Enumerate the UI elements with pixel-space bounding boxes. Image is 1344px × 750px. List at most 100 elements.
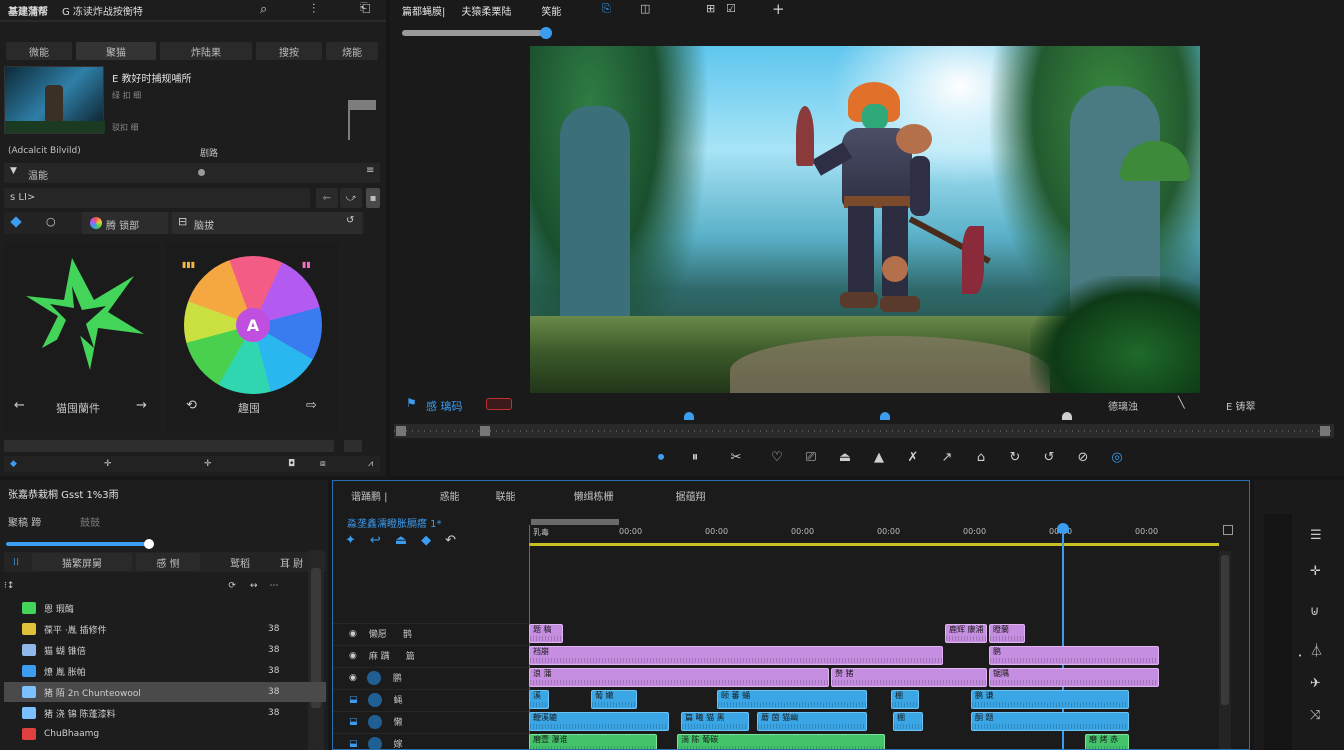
tool-dot-icon[interactable]: • <box>1298 652 1302 660</box>
zoom-handle[interactable] <box>540 27 552 39</box>
viewer-tab-2[interactable]: 夫猿柔栗陆 <box>461 3 511 18</box>
col-extra[interactable]: 耳 尉 <box>280 555 303 570</box>
video-clip[interactable]: 赘 猪 <box>831 668 987 687</box>
video-clip[interactable]: 浪 蒲 <box>529 668 829 687</box>
tab-effects-2[interactable]: ⊟ 脑拔 ↺ <box>172 212 362 234</box>
tab-color-effects[interactable]: 腾 锁部 <box>82 212 168 234</box>
effects-scroll-btn[interactable] <box>344 440 362 452</box>
forward-arrow-icon[interactable]: ⇨ <box>306 398 317 413</box>
effects-scrollbar[interactable] <box>4 440 334 452</box>
video-clip[interactable]: 瞪蘭 <box>989 624 1025 643</box>
lock-icon[interactable]: ⚑ <box>406 396 417 410</box>
circle-icon[interactable]: ○ <box>46 215 56 228</box>
tool-slip-icon[interactable]: ⤨ <box>1310 708 1320 723</box>
footer-icon-1[interactable]: ✛ <box>104 459 112 469</box>
video-clip[interactable]: 鹏 <box>989 646 1159 665</box>
bin-list-item[interactable]: 猪 陌 2n Chunteowool 38 <box>4 682 326 702</box>
playhead-handle[interactable] <box>1057 523 1069 533</box>
audio-clip[interactable]: 棚 <box>891 690 919 709</box>
viewer-grid-icon[interactable]: ⊞ <box>706 2 715 15</box>
settings-tool-icon[interactable]: ◆ <box>421 533 431 548</box>
home-button[interactable]: ⌂ <box>964 450 998 465</box>
timeline-tab-3[interactable]: 懒缉栋栅 <box>574 488 614 503</box>
undo-button[interactable]: ↺ <box>1032 450 1066 465</box>
col-type[interactable]: 感 恻 <box>136 553 200 571</box>
mid-point[interactable] <box>480 426 490 436</box>
snap-icon[interactable]: ✦ <box>345 533 356 548</box>
track-header[interactable]: ⬓ 蝇 <box>333 689 529 709</box>
track-header[interactable]: ◉ 麻 蹒 篇 <box>333 645 529 665</box>
viewer-zoom-bar[interactable] <box>402 27 552 39</box>
bin-list-item[interactable]: 猫 蝴 锥倍 38 <box>4 640 326 660</box>
clip-button[interactable]: ⎚ <box>794 450 828 465</box>
track-lock-icon[interactable]: ⬓ <box>349 717 358 727</box>
footer-icon-4[interactable]: ⧈ <box>320 459 326 469</box>
track-lock-icon[interactable]: ⬓ <box>349 695 358 705</box>
thumbnail-size-slider[interactable] <box>6 539 154 549</box>
green-clip[interactable]: 磨壹 瀑谁 <box>529 734 657 749</box>
bin-list-item[interactable]: 猪 浇 锦 陈蓬漆料 38 <box>4 703 326 723</box>
video-clip[interactable]: 锯隅 <box>989 668 1159 687</box>
out-point[interactable] <box>1320 426 1330 436</box>
tool-list-icon[interactable]: ☰ <box>1310 528 1322 543</box>
marker-icon[interactable]: ◆ <box>10 459 17 469</box>
viewer-tab-1[interactable]: 篇都蝇膜| <box>402 3 445 18</box>
panel-toggle-icon[interactable]: ▪ <box>366 188 380 208</box>
audio-clip[interactable]: 蘑 茵 猫幽 <box>757 712 867 731</box>
arrow-left-icon[interactable]: ← <box>14 398 25 413</box>
track-header[interactable]: ⬓ 嫁 <box>333 733 529 749</box>
green-clip[interactable]: 磨 烤 赤 <box>1085 734 1129 749</box>
tool-pen-icon[interactable]: ✈ <box>1310 676 1321 691</box>
favorite-button[interactable]: ♡ <box>760 450 794 465</box>
bin-list-item[interactable]: 恩 瑕酶 <box>4 598 326 618</box>
record-button[interactable]: ⏺ <box>644 450 678 465</box>
diamond-icon[interactable] <box>10 216 22 228</box>
arrow-right-icon[interactable]: → <box>136 398 147 413</box>
bin-list-item[interactable]: ChuBhaamg <box>4 724 326 744</box>
green-clip[interactable]: 淌 陈 葡碳 <box>677 734 885 749</box>
menu-icon[interactable]: ≡ <box>366 165 374 176</box>
pause-button[interactable]: ⏸ <box>678 450 712 465</box>
video-clip[interactable]: 裆崩 <box>529 646 943 665</box>
bin-list-item[interactable]: 燎 胤 胀帕 38 <box>4 661 326 681</box>
search-icon[interactable]: ⌕ <box>260 2 267 17</box>
bookmark-icon[interactable]: ⎗ <box>360 1 370 16</box>
record-indicator-icon[interactable] <box>486 398 512 410</box>
viewer-check-icon[interactable]: ☑ <box>726 2 736 15</box>
tool-razor-icon[interactable]: ⏃ <box>1310 640 1323 659</box>
audio-clip[interactable]: 溪 <box>529 690 549 709</box>
track-lock-icon[interactable]: ◉ <box>349 651 357 661</box>
bin-refresh-icon[interactable]: ⟳ <box>228 581 236 591</box>
track-header[interactable]: ⬓ 懒 <box>333 711 529 731</box>
viewer-scrubber[interactable] <box>394 424 1334 438</box>
wrench-icon[interactable]: ↶ <box>445 533 456 548</box>
col-name[interactable]: 猫繁屏舅 <box>32 553 132 571</box>
marker-add-icon[interactable]: ⏏ <box>395 533 407 548</box>
remove-button[interactable]: ✗ <box>896 450 930 465</box>
cut-button[interactable]: ✂ <box>712 450 760 465</box>
track-toggle-icon[interactable] <box>367 714 382 729</box>
link-icon[interactable]: ↩ <box>370 533 381 548</box>
video-clip[interactable]: 鹿辉 康浦 <box>945 624 987 643</box>
work-area-bar[interactable] <box>531 519 619 525</box>
timeline-tab-1[interactable]: 惑能 <box>440 488 460 503</box>
audio-clip[interactable]: 篇 曦 猫 黑 <box>681 712 749 731</box>
timeline-tab-2[interactable]: 联能 <box>496 488 516 503</box>
ruler-end-icon[interactable] <box>1223 525 1233 535</box>
scrubber-marker-2[interactable] <box>880 412 890 420</box>
timeline-ruler[interactable]: 乳毒00:0000:0000:0000:0000:0000:0000:00 <box>529 519 1219 547</box>
audio-clip[interactable]: 颐 蕃 蛹 <box>717 690 867 709</box>
footer-icon-3[interactable]: ◘ <box>288 459 295 469</box>
timeline-tab-4[interactable]: 据蕴翔 <box>676 488 706 503</box>
col-dur[interactable]: 鹫稻 <box>230 555 250 570</box>
tab-2[interactable]: 炸陆果 <box>160 42 252 60</box>
tab-1[interactable]: 聚猫 <box>76 42 156 60</box>
track-header[interactable]: ◉ 鹏 <box>333 667 529 687</box>
viewer-settings-icon[interactable]: ⎘ <box>602 2 611 16</box>
timeline-tab-0[interactable]: 谐踊鹏 | <box>351 488 388 503</box>
export-button[interactable]: ↗ <box>930 450 964 465</box>
track-lock-icon[interactable]: ⬓ <box>349 739 358 749</box>
effect-tile-b[interactable]: ▮▮▮ ▮▮ A ⟲ 趣囤 ⇨ <box>166 242 338 432</box>
tab-0[interactable]: 微能 <box>6 42 72 60</box>
track-toggle-icon[interactable] <box>367 736 382 749</box>
